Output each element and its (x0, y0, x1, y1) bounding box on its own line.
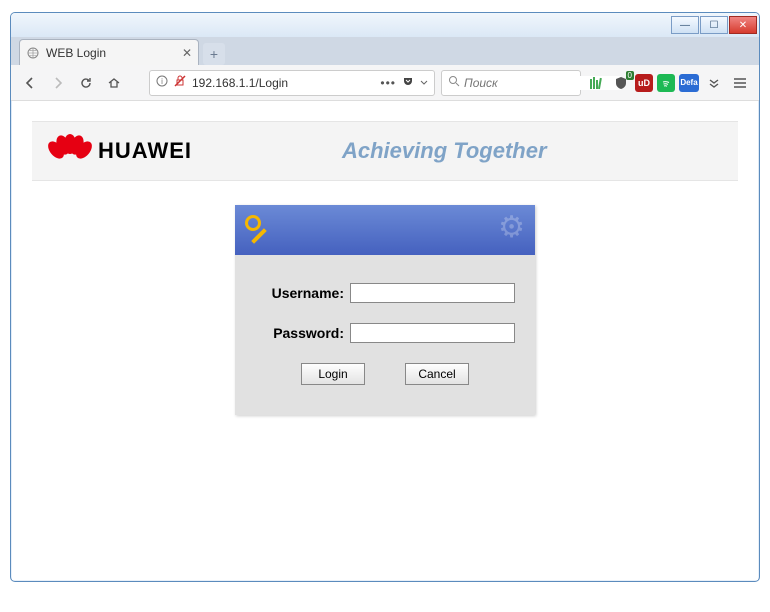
login-panel: ⚙ Username: Password: Login Cancel (235, 205, 535, 415)
search-icon (448, 75, 460, 90)
extension-icons: 0 uD Defa (587, 72, 751, 94)
brand-logo: HUAWEI (50, 134, 192, 168)
url-input[interactable] (192, 76, 374, 90)
info-icon[interactable]: i (156, 75, 168, 90)
tab-close-button[interactable]: ✕ (182, 46, 192, 60)
insecure-icon (174, 75, 186, 90)
tab-title: WEB Login (46, 46, 176, 60)
extension-badge: 0 (626, 71, 634, 80)
page-header: HUAWEI Achieving Together (32, 121, 738, 181)
tab-web-login[interactable]: WEB Login ✕ (19, 39, 199, 65)
page-actions-icon[interactable]: ••• (380, 76, 396, 90)
login-button[interactable]: Login (301, 363, 365, 385)
ublock-extension-icon[interactable]: uD (635, 74, 653, 92)
minimize-button[interactable]: — (671, 16, 699, 34)
window-titlebar: — ☐ ✕ (11, 13, 759, 37)
pocket-icon[interactable] (402, 75, 414, 90)
password-input[interactable] (350, 323, 515, 343)
back-button[interactable] (19, 72, 41, 94)
button-row: Login Cancel (255, 363, 515, 399)
browser-window: — ☐ ✕ WEB Login ✕ + i (10, 12, 760, 582)
forward-button[interactable] (47, 72, 69, 94)
tab-favicon-icon (26, 46, 40, 60)
password-row: Password: (255, 323, 515, 343)
url-dropdown-icon[interactable] (420, 76, 428, 90)
menu-icon[interactable] (729, 72, 751, 94)
tagline: Achieving Together (342, 138, 547, 164)
login-banner: ⚙ (235, 205, 535, 255)
banner-decoration-icon: ⚙ (498, 210, 525, 245)
search-bar[interactable] (441, 70, 581, 96)
username-input[interactable] (350, 283, 515, 303)
keys-icon (243, 213, 277, 247)
maximize-button[interactable]: ☐ (700, 16, 728, 34)
cancel-button[interactable]: Cancel (405, 363, 469, 385)
username-label: Username: (255, 285, 344, 301)
username-row: Username: (255, 283, 515, 303)
library-icon[interactable] (587, 74, 607, 92)
browser-toolbar: i ••• 0 (11, 65, 759, 101)
spotify-extension-icon[interactable] (657, 74, 675, 92)
url-bar[interactable]: i ••• (149, 70, 435, 96)
page-content: HUAWEI Achieving Together ⚙ Username: (12, 101, 758, 580)
brand-name: HUAWEI (98, 138, 192, 164)
tab-strip: WEB Login ✕ + (11, 37, 759, 65)
huawei-logo-icon (50, 134, 90, 168)
home-button[interactable] (103, 72, 125, 94)
new-tab-button[interactable]: + (203, 43, 225, 65)
shield-extension-icon[interactable]: 0 (611, 74, 631, 92)
reload-button[interactable] (75, 72, 97, 94)
password-label: Password: (255, 325, 344, 341)
svg-text:i: i (161, 77, 163, 86)
close-window-button[interactable]: ✕ (729, 16, 757, 34)
defa-extension-icon[interactable]: Defa (679, 74, 699, 92)
overflow-icon[interactable] (703, 72, 725, 94)
